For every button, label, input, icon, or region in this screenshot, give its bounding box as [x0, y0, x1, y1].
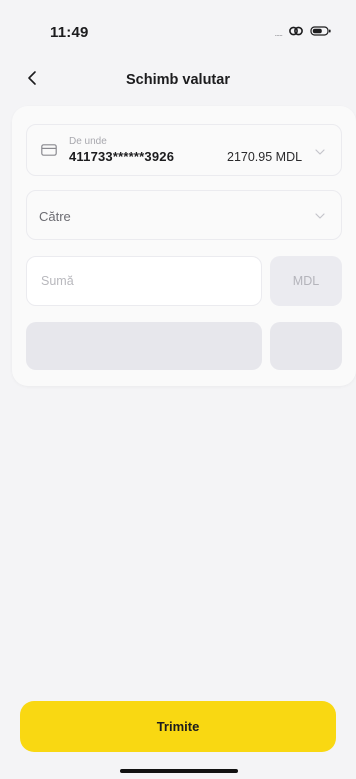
from-balance: 2170.95 MDL [227, 150, 303, 164]
from-label: De unde [69, 136, 107, 147]
amount-field [26, 256, 262, 306]
to-account-select[interactable]: Către [26, 190, 342, 240]
from-card-number: 411733******3926 [69, 149, 175, 164]
status-icons: ..... [274, 24, 332, 38]
home-indicator [120, 769, 238, 773]
page-title: Schimb valutar [126, 72, 230, 88]
link-icon [289, 26, 303, 36]
status-time: 11:49 [50, 24, 89, 41]
loading-placeholder-small [270, 322, 342, 370]
amount-input[interactable] [27, 257, 261, 305]
to-label: Către [39, 209, 71, 224]
status-bar: 11:49 ..... [0, 0, 356, 48]
submit-button[interactable]: Trimite [20, 701, 336, 752]
loading-placeholder-wide [26, 322, 262, 370]
exchange-form-card: De unde 411733******3926 2170.95 MDL Căt… [12, 106, 356, 386]
signal-icon: ..... [274, 28, 282, 38]
battery-icon [310, 26, 331, 36]
screen: 11:49 ..... Schimb valutar De unde 41173… [0, 0, 356, 779]
credit-card-icon [41, 144, 57, 156]
chevron-down-icon [315, 149, 325, 155]
from-account-select[interactable]: De unde 411733******3926 2170.95 MDL [26, 124, 342, 176]
currency-badge[interactable]: MDL [270, 256, 342, 306]
nav-bar: Schimb valutar [0, 60, 356, 96]
chevron-down-icon [315, 213, 325, 219]
